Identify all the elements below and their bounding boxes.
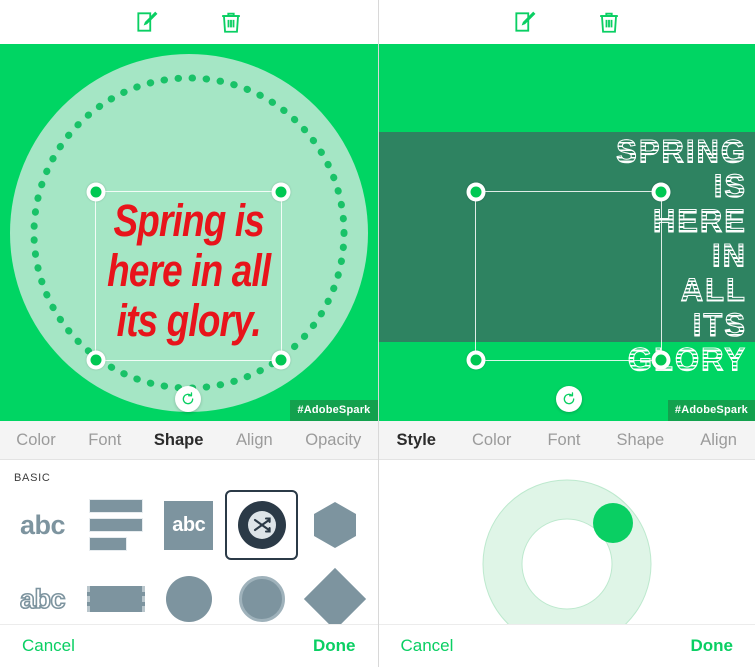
shape-hexagon[interactable]: [298, 490, 371, 560]
tab-font[interactable]: Font: [72, 431, 138, 450]
selection-handle-bottom-left[interactable]: [86, 350, 106, 370]
tab-style[interactable]: Style: [379, 431, 454, 450]
hexagon-icon: [310, 500, 360, 550]
edit-square-pencil-icon[interactable]: [512, 9, 538, 35]
app-root: Spring is here in all its glory. #AdobeS…: [0, 0, 755, 667]
top-toolbar-left: [0, 0, 378, 44]
rotate-ccw-icon[interactable]: [175, 386, 201, 412]
cancel-button[interactable]: Cancel: [401, 636, 454, 656]
trash-icon[interactable]: [218, 9, 244, 35]
tab-shape[interactable]: Shape: [599, 431, 683, 450]
done-button[interactable]: Done: [691, 636, 734, 656]
footer-right: Cancel Done: [378, 624, 755, 667]
shape-group-label: BASIC: [14, 472, 51, 484]
selection-box-right[interactable]: [466, 182, 670, 370]
shape-text-box[interactable]: abc: [152, 490, 225, 560]
canvas-left[interactable]: Spring is here in all its glory. #AdobeS…: [0, 44, 378, 421]
edit-square-pencil-icon[interactable]: [134, 9, 160, 35]
cancel-button[interactable]: Cancel: [22, 636, 75, 656]
shape-grid: abc abc abc: [0, 484, 378, 634]
tab-shape[interactable]: Shape: [138, 431, 220, 450]
tabbar-right: Style Color Font Shape Align: [378, 421, 755, 460]
tab-align[interactable]: Align: [220, 431, 289, 450]
circle-icon: [165, 576, 212, 622]
shape-bars-stacked[interactable]: [79, 490, 152, 560]
shape-text-plain[interactable]: abc: [6, 490, 79, 560]
selection-handle-top-left[interactable]: [466, 182, 485, 202]
dial-handle: [592, 503, 633, 543]
abc-plain-icon: abc: [20, 509, 66, 540]
done-button[interactable]: Done: [313, 636, 356, 656]
trash-icon[interactable]: [596, 9, 622, 35]
panel-left: Spring is here in all its glory. #AdobeS…: [0, 0, 379, 667]
art-text-line: SPRING: [616, 133, 747, 170]
selection-handle-top-right[interactable]: [271, 182, 291, 202]
tab-font[interactable]: Font: [529, 431, 598, 450]
selection-handle-bottom-right[interactable]: [651, 350, 670, 370]
shuffle-badge-icon: [236, 499, 288, 551]
tab-align[interactable]: Align: [682, 431, 755, 450]
canvas-right[interactable]: SPRING IS HERE IN ALL ITS GLORY #AdobeSp…: [378, 44, 755, 421]
watermark-badge: #AdobeSpark: [290, 400, 378, 421]
panel-right: SPRING IS HERE IN ALL ITS GLORY #AdobeSp…: [378, 0, 755, 667]
tab-color[interactable]: Color: [0, 431, 72, 450]
diamond-icon: [303, 567, 367, 631]
tab-color[interactable]: Color: [454, 431, 529, 450]
tabbar-left: Color Font Shape Align Opacity: [0, 421, 378, 460]
selection-box-left[interactable]: [86, 182, 291, 370]
circle-ring-icon: [238, 576, 285, 622]
tab-opacity[interactable]: Opacity: [289, 431, 377, 450]
selection-handle-bottom-right[interactable]: [271, 350, 291, 370]
dashed-bar-icon: [86, 586, 145, 612]
selection-handle-bottom-left[interactable]: [466, 350, 485, 370]
stacked-bars-icon: [88, 499, 143, 551]
watermark-badge: #AdobeSpark: [667, 400, 755, 421]
selection-handle-top-left[interactable]: [86, 182, 106, 202]
shape-badge-shuffle[interactable]: [225, 490, 299, 560]
footer-left: Cancel Done: [0, 624, 378, 667]
abc-outline-icon: abc: [19, 583, 66, 615]
rotate-ccw-icon[interactable]: [555, 386, 582, 412]
selection-handle-top-right[interactable]: [651, 182, 670, 202]
top-toolbar-right: [378, 0, 755, 44]
abc-filled-box-icon: abc: [164, 500, 214, 550]
